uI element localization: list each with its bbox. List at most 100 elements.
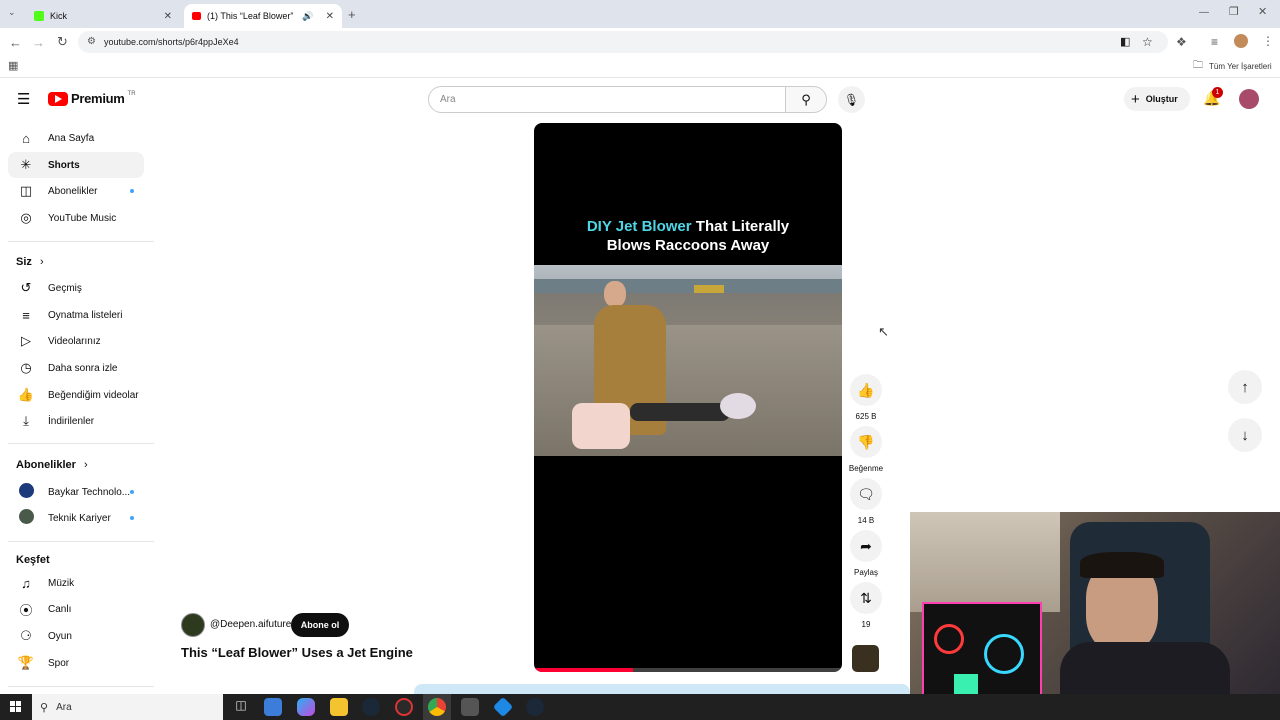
voice-search-button[interactable]: 🎙 — [838, 86, 865, 113]
remix-button[interactable]: ⇅ 19 — [850, 582, 882, 629]
sound-thumbnail[interactable] — [852, 645, 879, 672]
mouse-cursor-icon: ↖ — [878, 324, 889, 339]
file-explorer-icon[interactable] — [330, 698, 348, 716]
browser-menu-icon[interactable]: ⋮ — [1262, 35, 1274, 47]
youtube-logo[interactable]: Premium TR — [48, 91, 136, 106]
background-vehicle — [694, 285, 724, 293]
hamburger-menu-icon[interactable]: ☰ — [17, 90, 30, 108]
window-close-icon[interactable]: ✕ — [1258, 7, 1267, 18]
site-info-icon[interactable]: ⚙ — [87, 31, 96, 53]
sidebar-item-sports[interactable]: 🏆 Spor — [8, 650, 144, 676]
jet-engine-body — [630, 403, 730, 421]
sidebar-item-subscriptions[interactable]: ◫ Abonelikler — [8, 178, 144, 204]
close-icon[interactable]: ✕ — [164, 11, 172, 22]
share-button[interactable]: ➦ Paylaş — [850, 530, 882, 577]
sidebar-item-youtube-music[interactable]: ◎ YouTube Music — [8, 205, 144, 231]
minimize-icon[interactable]: — — [1199, 8, 1209, 18]
plus-icon: + — [1131, 90, 1140, 108]
video-progress-fill — [534, 668, 633, 672]
dislike-button[interactable]: 👎 Beğenme — [849, 426, 883, 473]
sidebar-item-channel-teknik-kariyer[interactable]: Teknik Kariyer — [8, 505, 144, 531]
live-icon: ⦿ — [19, 602, 33, 618]
all-bookmarks-label[interactable]: Tüm Yer İşaretleri — [1209, 62, 1272, 71]
windows-start-icon[interactable] — [10, 701, 22, 713]
new-tab-icon[interactable]: + — [348, 8, 356, 21]
chrome-icon[interactable] — [428, 698, 446, 716]
chevron-right-icon: › — [39, 256, 44, 268]
bookmark-star-icon[interactable]: ☆ — [1142, 31, 1153, 53]
steam-icon[interactable] — [526, 698, 544, 716]
sidebar-item-liked-videos[interactable]: 👍 Beğendiğim videolar — [8, 382, 144, 408]
channel-avatar — [10, 483, 42, 501]
video-progress-track[interactable] — [534, 668, 842, 672]
remix-count: 19 — [861, 620, 871, 629]
shorts-player[interactable]: DIY Jet Blower That Literally Blows Racc… — [534, 123, 842, 672]
sidebar-section-subscriptions[interactable]: Abonelikler › — [16, 459, 88, 471]
sidebar-item-label: Spor — [48, 657, 70, 669]
sidebar-item-gaming[interactable]: ⚆ Oyun — [8, 623, 144, 649]
back-icon[interactable]: ← — [9, 36, 22, 49]
sidebar-item-downloads[interactable]: ⤓ İndirilenler — [8, 408, 144, 434]
overlay-title-rest: That Literally — [695, 218, 790, 235]
search-input[interactable]: Ara — [428, 86, 786, 113]
sidebar-item-shorts[interactable]: ✳ Shorts — [8, 152, 144, 178]
restore-icon[interactable]: ❐ — [1229, 7, 1239, 18]
short-title[interactable]: This “Leaf Blower” Uses a Jet Engine — [181, 645, 413, 660]
install-app-icon[interactable]: ◧ — [1120, 31, 1130, 53]
obs-icon[interactable] — [395, 698, 413, 716]
sidebar-item-label: Beğendiğim videolar — [48, 389, 139, 401]
apps-grid-icon[interactable]: ▦ — [8, 61, 18, 72]
notifications-button[interactable]: 🔔 1 — [1203, 87, 1223, 107]
taskbar-app-icon[interactable] — [461, 698, 479, 716]
thumbs-down-icon: 👎 — [850, 426, 882, 458]
webcam-wall — [910, 512, 1060, 612]
reload-icon[interactable]: ↻ — [57, 35, 68, 48]
search-button[interactable]: ⚲ — [785, 86, 827, 113]
tab-youtube[interactable]: (1) This “Leaf Blower” Uses 🔊 ✕ — [184, 4, 342, 28]
taskbar-search[interactable]: ⚲ Ara — [32, 694, 223, 720]
sidebar-item-watch-later[interactable]: ◷ Daha sonra izle — [8, 355, 144, 381]
tab-youtube-title: (1) This “Leaf Blower” Uses — [206, 11, 296, 21]
channel-name[interactable]: @Deepen.aifuture — [210, 619, 291, 630]
tab-kick[interactable]: Kick ✕ — [26, 4, 180, 28]
sidebar-item-home[interactable]: ⌂ Ana Sayfa — [8, 125, 144, 151]
sidebar-item-your-videos[interactable]: ▷ Videolarınız — [8, 328, 144, 354]
tab-kick-title: Kick — [50, 11, 68, 21]
sidebar-item-music[interactable]: ♫ Müzik — [8, 570, 144, 596]
new-content-dot — [130, 189, 134, 193]
sidebar-item-history[interactable]: ↺ Geçmiş — [8, 275, 144, 301]
sidebar-item-channel-baykar[interactable]: Baykar Technolo... — [8, 479, 144, 505]
like-button[interactable]: 👍 625 B — [850, 374, 882, 421]
extensions-icon[interactable]: ❖ — [1176, 36, 1187, 48]
sidebar-item-playlists[interactable]: ≡ Oynatma listeleri — [8, 302, 144, 328]
audio-playing-icon[interactable]: 🔊 — [302, 11, 313, 22]
sidebar-divider — [8, 541, 154, 542]
taskbar-app-icon[interactable] — [264, 698, 282, 716]
profile-avatar[interactable] — [1234, 34, 1248, 48]
subscribe-button[interactable]: Abone ol — [291, 613, 349, 637]
home-icon: ⌂ — [22, 130, 30, 146]
create-button[interactable]: + Oluştur — [1124, 87, 1190, 111]
microphone-icon: 🎙 — [843, 92, 860, 107]
shorts-icon: ✳ — [20, 157, 32, 172]
copilot-icon[interactable] — [297, 698, 315, 716]
channel-avatar[interactable] — [181, 613, 205, 637]
channel-avatar — [10, 509, 42, 527]
chevron-right-icon: › — [83, 459, 88, 471]
folder-icon: 🗀 — [1193, 60, 1203, 71]
sidebar-item-live[interactable]: ⦿ Canlı — [8, 596, 144, 622]
forward-icon[interactable]: → — [32, 36, 45, 49]
comments-button[interactable]: 🗨 14 B — [850, 478, 882, 525]
media-controls-icon[interactable]: ≡ — [1211, 36, 1218, 48]
sidebar-section-you[interactable]: Siz › — [16, 256, 44, 268]
video-frame — [534, 265, 842, 456]
address-bar[interactable]: ⚙ youtube.com/shorts/p6r4ppJeXe4 ◧ ☆ — [78, 31, 1168, 53]
steam-icon[interactable] — [362, 698, 380, 716]
next-short-button[interactable]: ↓ — [1228, 418, 1262, 452]
close-icon[interactable]: ✕ — [326, 11, 334, 22]
account-avatar[interactable] — [1239, 89, 1259, 109]
task-view-icon[interactable]: ◫ — [232, 698, 250, 716]
thumbs-up-icon: 👍 — [850, 374, 882, 406]
previous-short-button[interactable]: ↑ — [1228, 370, 1262, 404]
tab-search-chevron-icon[interactable]: ⌄ — [8, 8, 16, 17]
